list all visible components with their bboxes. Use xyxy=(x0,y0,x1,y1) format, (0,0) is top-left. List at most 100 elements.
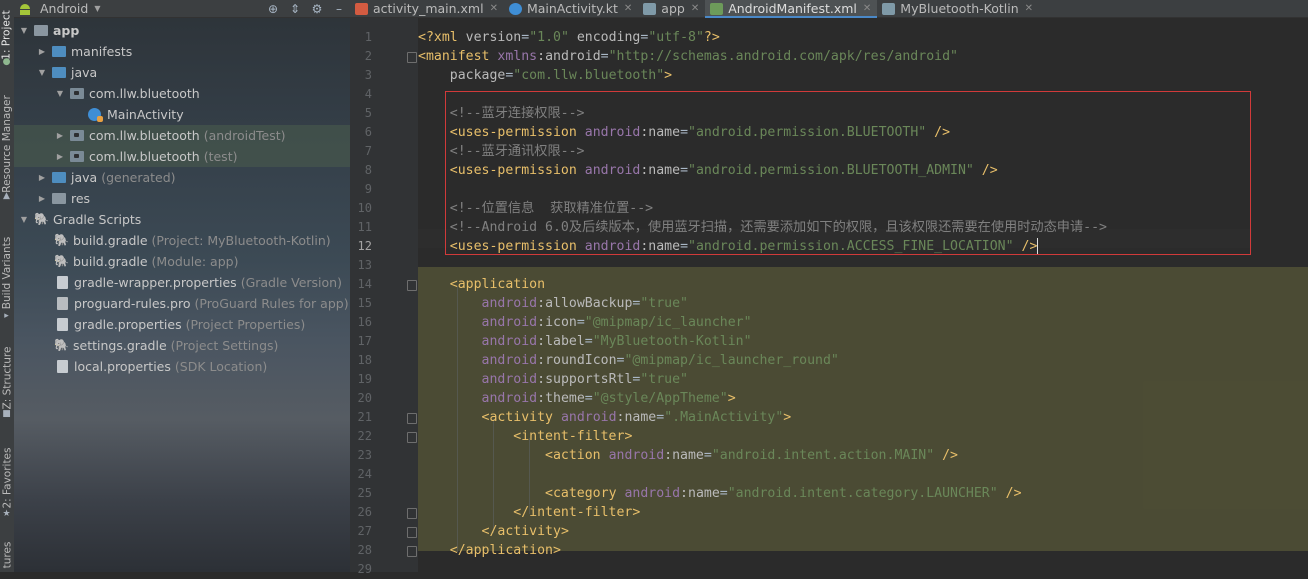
close-icon[interactable]: ✕ xyxy=(624,3,632,14)
gradle-file-icon: 🐘 xyxy=(54,338,69,352)
gear-icon[interactable]: ⚙ xyxy=(306,2,328,16)
code-line: <intent-filter> xyxy=(513,429,633,444)
fold-marker-icon[interactable] xyxy=(407,413,417,424)
minimize-icon[interactable]: – xyxy=(328,2,350,16)
line-number: 7 xyxy=(364,144,372,158)
tree-item-build-gradle-project[interactable]: 🐘 build.gradle (Project: MyBluetooth-Kot… xyxy=(14,230,350,251)
code-line: </intent-filter> xyxy=(513,505,641,520)
chevron-right-icon: ▶ xyxy=(38,194,46,203)
tree-item-java[interactable]: ▼ java xyxy=(14,62,350,83)
tree-item-package-test[interactable]: ▶ com.llw.bluetooth (test) xyxy=(14,146,350,167)
fold-marker-icon[interactable] xyxy=(407,508,417,519)
tab-app-gradle[interactable]: app ✕ xyxy=(638,0,705,17)
line-number: 9 xyxy=(364,182,372,196)
code-line: android:theme="@style/AppTheme"> xyxy=(481,391,736,406)
folder-icon xyxy=(52,46,66,57)
fold-marker-icon[interactable] xyxy=(407,432,417,443)
line-number: 10 xyxy=(357,201,372,215)
star-icon: ★ xyxy=(2,509,11,519)
kotlin-class-icon xyxy=(88,108,103,122)
tree-item-app[interactable]: ▼ app xyxy=(14,20,350,41)
code-line: </application> xyxy=(449,543,561,558)
android-icon: ● xyxy=(2,57,11,67)
tree-item-gradle-wrapper[interactable]: gradle-wrapper.properties (Gradle Versio… xyxy=(14,272,350,293)
line-number: 18 xyxy=(357,353,372,367)
package-icon xyxy=(70,151,84,162)
code-line: <!--Android 6.0及后续版本，使用蓝牙扫描，还需要添加如下的权限，且… xyxy=(449,220,1107,235)
chevron-down-icon: ▼ xyxy=(94,4,101,13)
tree-item-settings-gradle[interactable]: 🐘 settings.gradle (Project Settings) xyxy=(14,335,350,356)
folder-icon xyxy=(52,172,66,183)
structure-tool-tab[interactable]: Z: Structure ■ xyxy=(0,338,14,419)
fold-marker-icon[interactable] xyxy=(407,52,417,63)
build-variants-icon: ▸ xyxy=(4,311,9,321)
line-number: 29 xyxy=(357,562,372,576)
captures-tool-tab[interactable]: tures xyxy=(0,538,14,572)
editor-tab-bar: activity_main.xml ✕ MainActivity.kt ✕ ap… xyxy=(350,0,1308,18)
close-icon[interactable]: ✕ xyxy=(1025,3,1033,14)
line-number: 26 xyxy=(357,505,372,519)
line-number: 5 xyxy=(364,106,372,120)
line-number: 6 xyxy=(364,125,372,139)
code-line: <activity android:name=".MainActivity"> xyxy=(481,410,792,425)
project-tool-tab[interactable]: 1: Project ● xyxy=(0,0,14,70)
properties-file-icon xyxy=(57,318,68,331)
properties-file-icon xyxy=(57,360,68,373)
resource-icon: ▲ xyxy=(3,191,10,201)
kotlin-class-icon xyxy=(508,2,522,15)
project-view-selector[interactable]: Android ▼ xyxy=(14,0,100,17)
tree-item-mainactivity[interactable]: MainActivity xyxy=(14,104,350,125)
project-panel: Android ▼ ⊕ ⇕ ⚙ – ▼ app ▶ manifests ▼ ja… xyxy=(14,0,350,572)
module-folder-icon xyxy=(34,25,48,36)
code-editor[interactable]: <?xml version="1.0" encoding="utf-8"?> <m… xyxy=(418,18,1308,572)
code-line: android:allowBackup="true" xyxy=(481,296,688,311)
properties-file-icon xyxy=(57,276,68,289)
code-line: android:label="MyBluetooth-Kotlin" xyxy=(481,334,752,349)
code-line: <!--蓝牙通讯权限--> xyxy=(449,144,585,159)
line-number: 27 xyxy=(357,524,372,538)
tree-item-res[interactable]: ▶ res xyxy=(14,188,350,209)
tool-window-strip: 1: Project ● Resource Manager ▲ Build Va… xyxy=(0,0,15,572)
fold-marker-icon[interactable] xyxy=(407,546,417,557)
line-number: 2 xyxy=(364,49,372,63)
line-number: 22 xyxy=(357,429,372,443)
line-number: 17 xyxy=(357,334,372,348)
fold-marker-icon[interactable] xyxy=(407,527,417,538)
android-icon xyxy=(20,3,30,15)
tab-mainactivity-kt[interactable]: MainActivity.kt ✕ xyxy=(504,0,638,17)
gradle-icon: 🐘 xyxy=(34,212,49,226)
tree-item-package-main[interactable]: ▼ com.llw.bluetooth xyxy=(14,83,350,104)
close-icon[interactable]: ✕ xyxy=(863,3,871,14)
chevron-right-icon: ▶ xyxy=(38,47,46,56)
project-panel-header: Android ▼ ⊕ ⇕ ⚙ – xyxy=(14,0,350,18)
tree-item-build-gradle-module[interactable]: 🐘 build.gradle (Module: app) xyxy=(14,251,350,272)
fold-marker-icon[interactable] xyxy=(407,280,417,291)
resource-manager-tool-tab[interactable]: Resource Manager ▲ xyxy=(0,88,14,200)
line-number: 13 xyxy=(357,258,372,272)
tree-item-package-androidtest[interactable]: ▶ com.llw.bluetooth (androidTest) xyxy=(14,125,350,146)
chevron-down-icon: ▼ xyxy=(20,215,28,224)
tab-mybluetooth-kotlin-gradle[interactable]: MyBluetooth-Kotlin ✕ xyxy=(877,0,1039,17)
package-icon xyxy=(70,130,84,141)
chevron-down-icon: ▼ xyxy=(20,26,28,35)
tree-item-gradle-scripts[interactable]: ▼ 🐘 Gradle Scripts xyxy=(14,209,350,230)
tree-item-local-properties[interactable]: local.properties (SDK Location) xyxy=(14,356,350,377)
close-icon[interactable]: ✕ xyxy=(691,3,699,14)
tree-item-proguard[interactable]: proguard-rules.pro (ProGuard Rules for a… xyxy=(14,293,350,314)
collapse-icon[interactable]: ⇕ xyxy=(284,2,306,16)
code-line: <uses-permission android:name="android.p… xyxy=(449,163,998,178)
project-view-label: Android xyxy=(40,1,89,16)
tree-item-java-generated[interactable]: ▶ java (generated) xyxy=(14,167,350,188)
tab-androidmanifest-xml[interactable]: AndroidManifest.xml ✕ xyxy=(705,0,878,18)
code-line: <!--蓝牙连接权限--> xyxy=(449,106,585,121)
tab-activity-main-xml[interactable]: activity_main.xml ✕ xyxy=(350,0,504,17)
target-icon[interactable]: ⊕ xyxy=(262,2,284,16)
line-number: 28 xyxy=(357,543,372,557)
tree-item-manifests[interactable]: ▶ manifests xyxy=(14,41,350,62)
close-icon[interactable]: ✕ xyxy=(490,3,498,14)
favorites-tool-tab[interactable]: 2: Favorites ★ xyxy=(0,436,14,520)
tree-item-gradle-properties[interactable]: gradle.properties (Project Properties) xyxy=(14,314,350,335)
folder-icon xyxy=(52,67,66,78)
build-variants-tool-tab[interactable]: Build Variants ▸ xyxy=(0,228,14,321)
line-number: 11 xyxy=(357,220,372,234)
